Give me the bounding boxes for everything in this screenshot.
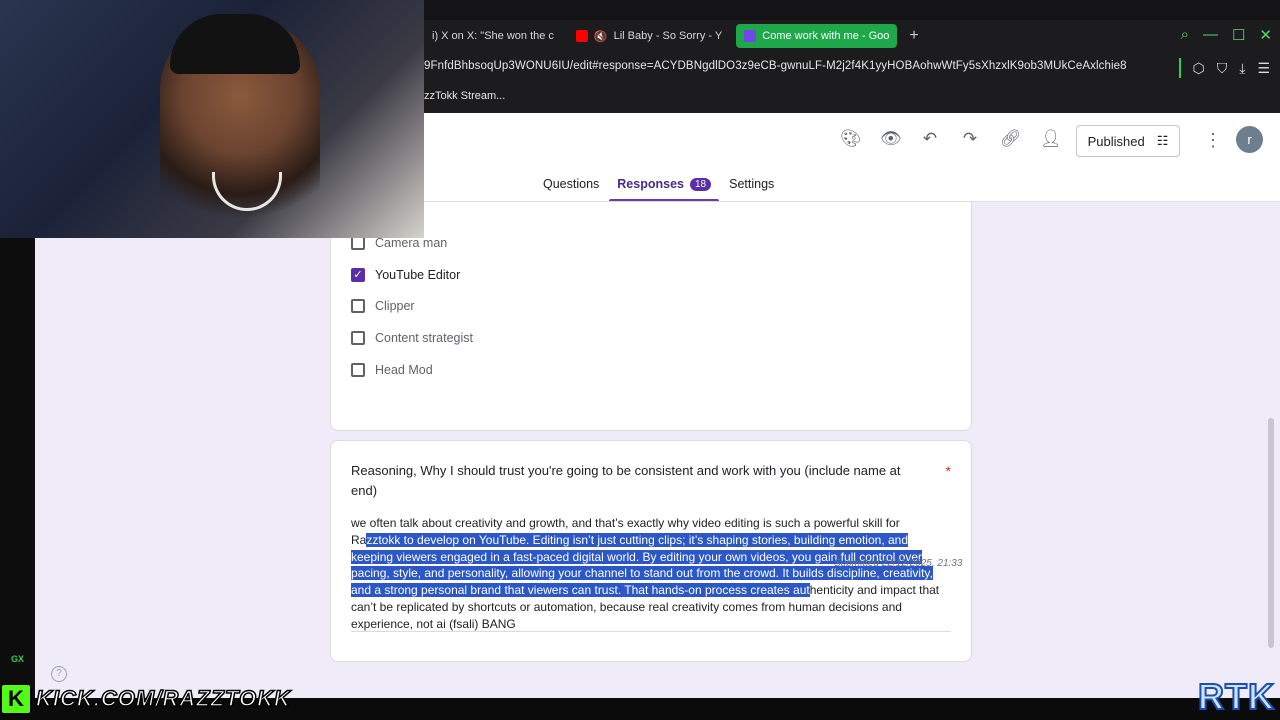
checkbox[interactable] (351, 236, 365, 250)
webcam-overlay (0, 0, 424, 238)
page-scrollbar[interactable] (1268, 418, 1274, 648)
address-bar[interactable]: 9FnfdBhbsoqUp3WONU6IU/edit#response=ACYD… (424, 60, 1127, 78)
extensions-icon[interactable]: ⬡ (1193, 60, 1205, 77)
kick-channel-text: KICK.COM/RAZZTOKK (35, 685, 291, 712)
bookmark-item[interactable]: zzTokk Stream... (424, 90, 505, 102)
search-icon[interactable]: ⌕ (1181, 26, 1189, 44)
checkbox[interactable] (351, 331, 365, 345)
add-collaborator-icon[interactable]: 👤︎ (1040, 129, 1062, 149)
profile-icon[interactable]: ⛉ (1217, 60, 1228, 77)
address-bar-icons: ⬡ ⛉ ⤓ ☰ (1178, 58, 1270, 78)
muted-speaker-icon[interactable]: 🔇 (594, 30, 608, 43)
option-youtube-editor[interactable]: ✓ YouTube Editor (351, 268, 460, 282)
preview-eye-icon[interactable]: 👁︎ (880, 129, 902, 149)
redo-icon[interactable]: ↷ (960, 129, 980, 149)
maximize-icon[interactable]: ☐ (1232, 26, 1245, 44)
form-header: 🎨︎ 👁︎ ↶ ↷ 🔗︎ 👤︎ Published ☷ ⋮ r Question… (424, 113, 1280, 202)
option-label: Head Mod (375, 363, 433, 377)
option-content-strategist[interactable]: Content strategist (351, 331, 473, 345)
option-clipper[interactable]: Clipper (351, 299, 415, 313)
divider (1178, 58, 1181, 78)
tab-responses[interactable]: Responses 18 (609, 177, 719, 202)
browser-tab-forms[interactable]: Come work with me - Goo (736, 24, 898, 48)
option-head-mod[interactable]: Head Mod (351, 363, 433, 377)
form-tabs: Questions Responses 18 Settings (543, 177, 774, 202)
link-icon[interactable]: 🔗︎ (1000, 129, 1022, 149)
streamer-durag (170, 14, 300, 74)
published-label: Published (1087, 133, 1145, 149)
tab-label: i) X on X: "She won the c (432, 30, 554, 42)
download-icon[interactable]: ⤓ (1239, 60, 1245, 77)
answer-underline (351, 631, 951, 632)
menu-icon[interactable]: ☰ (1257, 60, 1270, 77)
palette-icon[interactable]: 🎨︎ (840, 129, 862, 149)
youtube-icon (575, 30, 588, 42)
answer-text[interactable]: we often talk about creativity and growt… (351, 515, 951, 633)
checkbox-question-card: Camera man ✓ YouTube Editor Clipper Cont… (330, 201, 972, 431)
undo-icon[interactable]: ↶ (920, 129, 940, 149)
new-tab-button[interactable]: + (903, 24, 924, 48)
tab-label: Questions (543, 177, 600, 191)
window-controls: ⌕ — ☐ ✕ (1181, 26, 1272, 44)
tab-label: Lil Baby - So Sorry - Y (613, 30, 723, 42)
forms-icon (744, 30, 757, 42)
rtk-logo: RTK (1197, 675, 1275, 718)
help-icon[interactable]: ? (51, 666, 67, 682)
published-button[interactable]: Published ☷ (1076, 125, 1180, 157)
more-options-icon[interactable]: ⋮ (1204, 130, 1222, 151)
option-camera-man[interactable]: Camera man (351, 236, 447, 250)
text-question-card: Reasoning, Why I should trust you're goi… (330, 440, 972, 662)
kick-logo: K (0, 683, 32, 715)
browser-tab-x[interactable]: i) X on X: "She won the c (424, 24, 562, 48)
required-marker: * (945, 463, 951, 479)
option-label: YouTube Editor (375, 268, 461, 282)
tab-questions[interactable]: Questions (543, 177, 599, 199)
gx-badge: GX (11, 654, 25, 664)
kick-banner: K KICK.COM/RAZZTOKK (0, 683, 291, 715)
responses-count-badge: 18 (689, 177, 712, 191)
checkbox-checked-icon[interactable]: ✓ (351, 268, 365, 282)
submitted-timestamp: Submitted 22/12/2025, 21:33 (834, 558, 963, 569)
option-label: Clipper (375, 299, 415, 313)
browser-tab-youtube[interactable]: 🔇 Lil Baby - So Sorry - Y (568, 24, 730, 48)
question-title: Reasoning, Why I should trust you're goi… (351, 463, 901, 498)
tab-label: Come work with me - Goo (762, 30, 890, 42)
sliders-icon: ☷ (1156, 133, 1169, 148)
checkbox[interactable] (351, 299, 365, 313)
option-label: Content strategist (375, 331, 473, 345)
close-icon[interactable]: ✕ (1259, 26, 1272, 44)
header-toolbar: 🎨︎ 👁︎ ↶ ↷ 🔗︎ 👤︎ (840, 129, 1062, 149)
tab-label: Responses (617, 177, 684, 191)
option-label: Camera man (375, 236, 448, 250)
checkbox[interactable] (351, 363, 365, 377)
minimize-icon[interactable]: — (1203, 26, 1218, 44)
tab-strip: i) X on X: "She won the c 🔇 Lil Baby - S… (424, 24, 925, 48)
tab-settings[interactable]: Settings (729, 177, 774, 199)
avatar[interactable]: r (1236, 126, 1263, 153)
tab-label: Settings (729, 177, 775, 191)
